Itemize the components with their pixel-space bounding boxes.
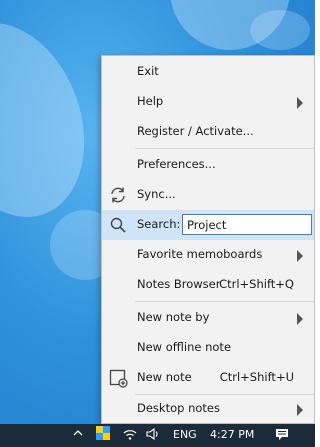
menu-item-label: Exit xyxy=(137,64,159,78)
desktop: Exit Help Register / Activate... Prefere… xyxy=(0,0,315,447)
submenu-arrow-icon xyxy=(297,97,303,109)
search-label: Search: xyxy=(137,217,181,231)
language-indicator[interactable]: ENG xyxy=(173,428,197,441)
menu-item-exit[interactable]: Exit xyxy=(102,57,314,87)
shortcut-label: Ctrl+Shift+U xyxy=(219,370,294,384)
show-hidden-icons-icon[interactable] xyxy=(72,427,84,442)
menu-separator xyxy=(135,148,314,149)
menu-item-label: Register / Activate... xyxy=(137,124,254,138)
menu-item-sync[interactable]: Sync... xyxy=(102,180,314,210)
menu-item-register[interactable]: Register / Activate... xyxy=(102,117,314,147)
new-note-icon xyxy=(108,368,128,388)
menu-item-help[interactable]: Help xyxy=(102,87,314,117)
menu-item-preferences[interactable]: Preferences... xyxy=(102,150,314,180)
wallpaper-shape xyxy=(0,2,110,238)
menu-item-label: New offline note xyxy=(137,340,232,354)
menu-item-new-note-by[interactable]: New note by xyxy=(102,303,314,333)
menu-item-label: Desktop notes xyxy=(137,401,220,415)
wifi-icon[interactable] xyxy=(123,427,137,444)
menu-item-label: Sync... xyxy=(137,187,176,201)
menu-item-search[interactable]: Search: xyxy=(102,210,314,240)
wallpaper-shape xyxy=(250,10,310,50)
menu-separator xyxy=(135,301,314,302)
submenu-arrow-icon xyxy=(297,313,303,325)
clock[interactable]: 4:27 PM xyxy=(210,428,254,441)
submenu-arrow-icon xyxy=(297,404,303,416)
notification-center-icon[interactable] xyxy=(275,427,289,444)
search-input[interactable] xyxy=(182,214,312,235)
taskbar: ENG 4:27 PM xyxy=(0,424,315,447)
menu-item-desktop-notes[interactable]: Desktop notes xyxy=(102,394,314,424)
sync-icon xyxy=(108,185,128,205)
submenu-arrow-icon xyxy=(297,250,303,262)
volume-icon[interactable] xyxy=(146,427,160,444)
menu-item-new-offline-note[interactable]: New offline note xyxy=(102,333,314,363)
search-icon xyxy=(108,215,128,235)
menu-item-notes-browser[interactable]: Notes Browser Ctrl+Shift+Q xyxy=(102,270,314,300)
menu-item-label: New note by xyxy=(137,310,210,324)
menu-item-label: Favorite memoboards xyxy=(137,247,263,261)
tray-context-menu: Exit Help Register / Activate... Prefere… xyxy=(101,55,315,424)
menu-item-favorite-memoboards[interactable]: Favorite memoboards xyxy=(102,240,314,270)
menu-item-label: Preferences... xyxy=(137,157,216,171)
menu-item-label: Notes Browser xyxy=(137,277,221,291)
shortcut-label: Ctrl+Shift+Q xyxy=(219,277,294,291)
menu-item-new-note[interactable]: New note Ctrl+Shift+U xyxy=(102,363,314,393)
menu-item-label: Help xyxy=(137,94,164,108)
menu-item-label: New note xyxy=(137,370,192,384)
tray-app-icon[interactable] xyxy=(96,426,110,443)
